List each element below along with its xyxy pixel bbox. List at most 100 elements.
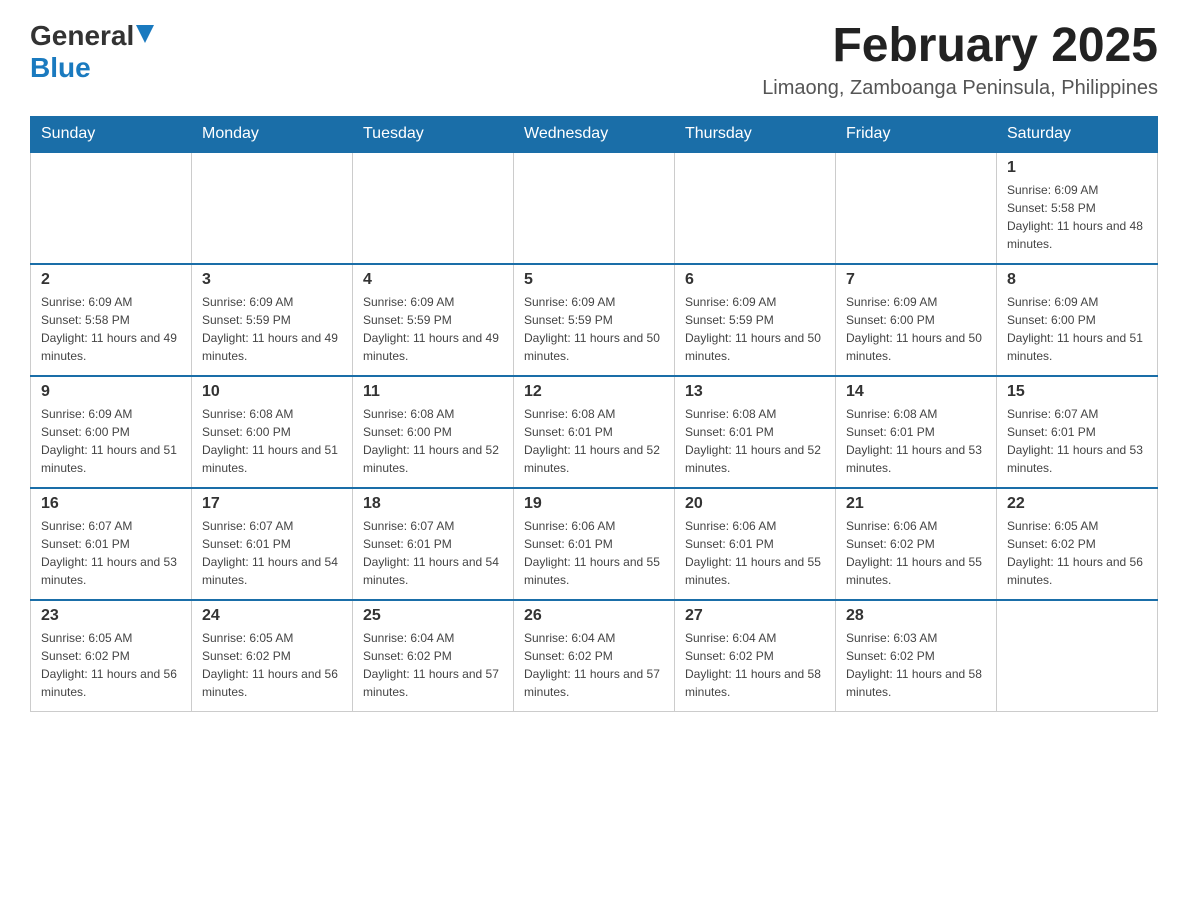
weekday-header-tuesday: Tuesday bbox=[353, 116, 514, 152]
day-number: 1 bbox=[1007, 159, 1147, 177]
day-number: 6 bbox=[685, 271, 825, 289]
logo: General Blue bbox=[30, 20, 154, 84]
day-info: Sunrise: 6:07 AMSunset: 6:01 PMDaylight:… bbox=[41, 517, 181, 589]
calendar-cell: 20 Sunrise: 6:06 AMSunset: 6:01 PMDayligh… bbox=[675, 488, 836, 600]
week-row-0: 1 Sunrise: 6:09 AMSunset: 5:58 PMDaylight… bbox=[31, 152, 1158, 264]
day-number: 19 bbox=[524, 495, 664, 513]
calendar-cell: 12Sunrise: 6:08 AMSunset: 6:01 PMDayligh… bbox=[514, 376, 675, 488]
calendar-cell bbox=[997, 600, 1158, 712]
day-number: 15 bbox=[1007, 383, 1147, 401]
day-number: 10 bbox=[202, 383, 342, 401]
day-number: 20 bbox=[685, 495, 825, 513]
calendar-cell: 5 Sunrise: 6:09 AMSunset: 5:59 PMDaylight… bbox=[514, 264, 675, 376]
day-number: 13 bbox=[685, 383, 825, 401]
calendar-cell: 7 Sunrise: 6:09 AMSunset: 6:00 PMDaylight… bbox=[836, 264, 997, 376]
day-info: Sunrise: 6:08 AMSunset: 6:01 PMDaylight:… bbox=[846, 405, 986, 477]
calendar-cell: 23Sunrise: 6:05 AMSunset: 6:02 PMDayligh… bbox=[31, 600, 192, 712]
calendar-cell: 14 Sunrise: 6:08 AMSunset: 6:01 PMDayligh… bbox=[836, 376, 997, 488]
day-info: Sunrise: 6:06 AMSunset: 6:01 PMDaylight:… bbox=[685, 517, 825, 589]
weekday-header-monday: Monday bbox=[192, 116, 353, 152]
day-info: Sunrise: 6:07 AMSunset: 6:01 PMDaylight:… bbox=[202, 517, 342, 589]
weekday-header-wednesday: Wednesday bbox=[514, 116, 675, 152]
weekday-header-row: SundayMondayTuesdayWednesdayThursdayFrid… bbox=[31, 116, 1158, 152]
calendar-cell bbox=[514, 152, 675, 264]
day-number: 5 bbox=[524, 271, 664, 289]
calendar-cell: 15 Sunrise: 6:07 AMSunset: 6:01 PMDayligh… bbox=[997, 376, 1158, 488]
day-info: Sunrise: 6:06 AMSunset: 6:02 PMDaylight:… bbox=[846, 517, 986, 589]
calendar-cell: 22 Sunrise: 6:05 AMSunset: 6:02 PMDayligh… bbox=[997, 488, 1158, 600]
day-info: Sunrise: 6:07 AMSunset: 6:01 PMDaylight:… bbox=[1007, 405, 1147, 477]
day-number: 26 bbox=[524, 607, 664, 625]
day-number: 18 bbox=[363, 495, 503, 513]
page-header: General Blue February 2025 Limaong, Zamb… bbox=[30, 20, 1158, 100]
day-info: Sunrise: 6:04 AMSunset: 6:02 PMDaylight:… bbox=[524, 629, 664, 701]
calendar-cell bbox=[675, 152, 836, 264]
calendar-cell: 16Sunrise: 6:07 AMSunset: 6:01 PMDayligh… bbox=[31, 488, 192, 600]
calendar-table: SundayMondayTuesdayWednesdayThursdayFrid… bbox=[30, 116, 1158, 712]
week-row-1: 2 Sunrise: 6:09 AMSunset: 5:58 PMDaylight… bbox=[31, 264, 1158, 376]
day-info: Sunrise: 6:08 AMSunset: 6:00 PMDaylight:… bbox=[202, 405, 342, 477]
day-info: Sunrise: 6:08 AMSunset: 6:01 PMDaylight:… bbox=[685, 405, 825, 477]
calendar-cell: 18 Sunrise: 6:07 AMSunset: 6:01 PMDayligh… bbox=[353, 488, 514, 600]
calendar-cell: 6 Sunrise: 6:09 AMSunset: 5:59 PMDaylight… bbox=[675, 264, 836, 376]
calendar-cell: 10 Sunrise: 6:08 AMSunset: 6:00 PMDayligh… bbox=[192, 376, 353, 488]
calendar-cell: 21 Sunrise: 6:06 AMSunset: 6:02 PMDayligh… bbox=[836, 488, 997, 600]
title-area: February 2025 Limaong, Zamboanga Peninsu… bbox=[762, 20, 1158, 100]
weekday-header-sunday: Sunday bbox=[31, 116, 192, 152]
calendar-cell: 8 Sunrise: 6:09 AMSunset: 6:00 PMDaylight… bbox=[997, 264, 1158, 376]
weekday-header-thursday: Thursday bbox=[675, 116, 836, 152]
calendar-cell: 4Sunrise: 6:09 AMSunset: 5:59 PMDaylight… bbox=[353, 264, 514, 376]
day-number: 2 bbox=[41, 271, 181, 289]
day-info: Sunrise: 6:05 AMSunset: 6:02 PMDaylight:… bbox=[202, 629, 342, 701]
weekday-header-saturday: Saturday bbox=[997, 116, 1158, 152]
calendar-cell bbox=[31, 152, 192, 264]
day-number: 22 bbox=[1007, 495, 1147, 513]
calendar-cell: 13 Sunrise: 6:08 AMSunset: 6:01 PMDayligh… bbox=[675, 376, 836, 488]
day-info: Sunrise: 6:09 AMSunset: 5:59 PMDaylight:… bbox=[685, 293, 825, 365]
day-info: Sunrise: 6:09 AMSunset: 5:59 PMDaylight:… bbox=[363, 293, 503, 365]
day-info: Sunrise: 6:03 AMSunset: 6:02 PMDaylight:… bbox=[846, 629, 986, 701]
day-number: 28 bbox=[846, 607, 986, 625]
day-number: 27 bbox=[685, 607, 825, 625]
day-number: 24 bbox=[202, 607, 342, 625]
day-number: 7 bbox=[846, 271, 986, 289]
day-info: Sunrise: 6:09 AMSunset: 5:58 PMDaylight:… bbox=[1007, 181, 1147, 253]
week-row-2: 9Sunrise: 6:09 AMSunset: 6:00 PMDaylight… bbox=[31, 376, 1158, 488]
calendar-cell: 28 Sunrise: 6:03 AMSunset: 6:02 PMDayligh… bbox=[836, 600, 997, 712]
calendar-cell: 3Sunrise: 6:09 AMSunset: 5:59 PMDaylight… bbox=[192, 264, 353, 376]
calendar-cell: 26 Sunrise: 6:04 AMSunset: 6:02 PMDayligh… bbox=[514, 600, 675, 712]
calendar-cell: 25Sunrise: 6:04 AMSunset: 6:02 PMDayligh… bbox=[353, 600, 514, 712]
week-row-3: 16Sunrise: 6:07 AMSunset: 6:01 PMDayligh… bbox=[31, 488, 1158, 600]
day-number: 17 bbox=[202, 495, 342, 513]
day-info: Sunrise: 6:05 AMSunset: 6:02 PMDaylight:… bbox=[1007, 517, 1147, 589]
week-row-4: 23 Sunrise: 6:05 AMSunset: 6:02 PMDayligh… bbox=[31, 600, 1158, 712]
day-number: 8 bbox=[1007, 271, 1147, 289]
day-info: Sunrise: 6:09 AMSunset: 5:58 PMDaylight:… bbox=[41, 293, 181, 365]
day-number: 12 bbox=[524, 383, 664, 401]
day-info: Sunrise: 6:09 AMSunset: 5:59 PMDaylight:… bbox=[202, 293, 342, 365]
weekday-header-friday: Friday bbox=[836, 116, 997, 152]
day-number: 25 bbox=[363, 607, 503, 625]
day-number: 23 bbox=[41, 607, 181, 625]
location-title: Limaong, Zamboanga Peninsula, Philippine… bbox=[762, 77, 1158, 100]
calendar-cell: 11 Sunrise: 6:08 AMSunset: 6:00 PMDayligh… bbox=[353, 376, 514, 488]
day-info: Sunrise: 6:08 AMSunset: 6:00 PMDaylight:… bbox=[363, 405, 503, 477]
day-info: Sunrise: 6:06 AMSunset: 6:01 PMDaylight:… bbox=[524, 517, 664, 589]
day-number: 14 bbox=[846, 383, 986, 401]
logo-blue: Blue bbox=[30, 52, 91, 83]
day-number: 11 bbox=[363, 383, 503, 401]
day-info: Sunrise: 6:09 AMSunset: 6:00 PMDaylight:… bbox=[846, 293, 986, 365]
calendar-cell: 19 Sunrise: 6:06 AMSunset: 6:01 PMDayligh… bbox=[514, 488, 675, 600]
day-info: Sunrise: 6:09 AMSunset: 5:59 PMDaylight:… bbox=[524, 293, 664, 365]
day-info: Sunrise: 6:07 AMSunset: 6:01 PMDaylight:… bbox=[363, 517, 503, 589]
day-info: Sunrise: 6:09 AMSunset: 6:00 PMDaylight:… bbox=[41, 405, 181, 477]
calendar-cell bbox=[192, 152, 353, 264]
day-number: 21 bbox=[846, 495, 986, 513]
calendar-cell: 27Sunrise: 6:04 AMSunset: 6:02 PMDayligh… bbox=[675, 600, 836, 712]
calendar-cell: 24 Sunrise: 6:05 AMSunset: 6:02 PMDayligh… bbox=[192, 600, 353, 712]
calendar-cell: 9Sunrise: 6:09 AMSunset: 6:00 PMDaylight… bbox=[31, 376, 192, 488]
logo-general: General bbox=[30, 20, 134, 52]
day-info: Sunrise: 6:09 AMSunset: 6:00 PMDaylight:… bbox=[1007, 293, 1147, 365]
logo-arrow-icon bbox=[136, 25, 154, 43]
calendar-cell: 17 Sunrise: 6:07 AMSunset: 6:01 PMDayligh… bbox=[192, 488, 353, 600]
